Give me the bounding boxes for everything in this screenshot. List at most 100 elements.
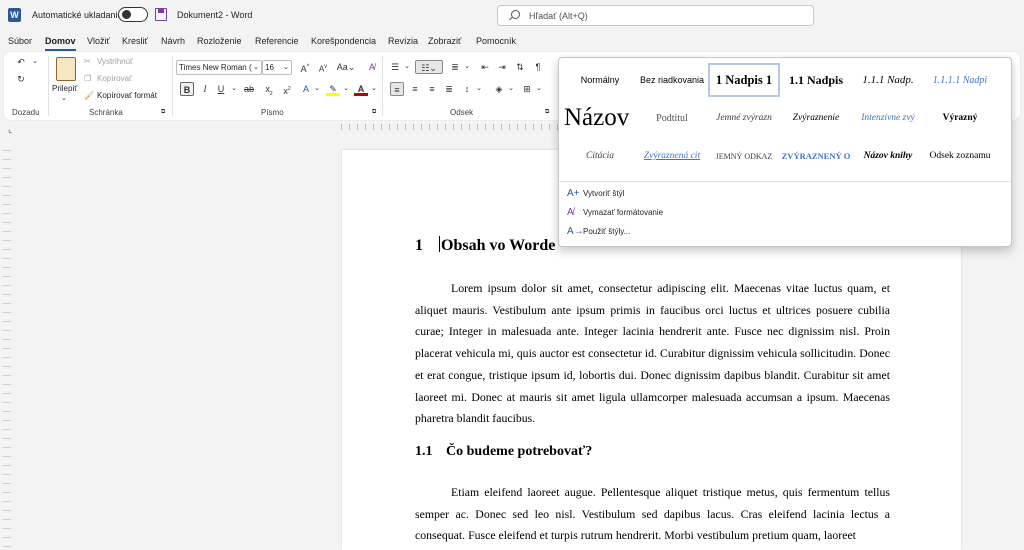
align-right-icon[interactable]: ≡ bbox=[425, 82, 439, 96]
paragraph-launcher-icon[interactable]: ⧉ bbox=[545, 109, 549, 116]
style-normal[interactable]: Normálny bbox=[564, 63, 636, 97]
clear-formatting-icon[interactable]: A̸ bbox=[365, 60, 379, 74]
tab-zobrazit[interactable]: Zobraziť bbox=[428, 36, 461, 46]
show-formatting-marks-icon[interactable]: ¶ bbox=[531, 60, 545, 74]
save-icon[interactable] bbox=[155, 8, 167, 21]
heading-2-text: Čo budeme potrebovať? bbox=[446, 444, 593, 459]
format-painter-icon[interactable]: 🖌 bbox=[84, 91, 94, 100]
style-strong[interactable]: Výrazný bbox=[924, 101, 996, 135]
font-size-dropdown[interactable]: 16 ⌄ bbox=[262, 60, 292, 75]
shrink-font-icon[interactable]: Av bbox=[316, 60, 330, 74]
font-color-icon[interactable]: A bbox=[354, 82, 368, 96]
change-case-icon[interactable]: Aa⌄ bbox=[335, 60, 357, 74]
tab-referencie[interactable]: Referencie bbox=[255, 36, 299, 46]
text-effects-chevron-icon[interactable]: ⌄ bbox=[310, 82, 324, 96]
word-app-icon: W bbox=[8, 8, 21, 22]
tab-navrh[interactable]: Návrh bbox=[161, 36, 185, 46]
paste-icon[interactable] bbox=[56, 57, 76, 81]
chevron-down-icon: ⌄ bbox=[253, 64, 259, 71]
heading-2[interactable]: 1.1 Čo budeme potrebovať? bbox=[415, 444, 592, 460]
undo-dropdown-chevron-icon[interactable]: ⌄ bbox=[28, 55, 42, 69]
cut-icon[interactable]: ✂ bbox=[84, 57, 91, 66]
horizontal-ruler[interactable] bbox=[341, 122, 563, 132]
tab-korespondencia[interactable]: Korešpondencia bbox=[311, 36, 376, 46]
cut-button[interactable]: Vystrihnúť bbox=[97, 57, 133, 66]
bullets-chevron-icon[interactable]: ⌄ bbox=[400, 60, 414, 74]
heading-1-number: 1 bbox=[415, 237, 423, 254]
redo-icon[interactable]: ↻ bbox=[14, 72, 28, 86]
line-spacing-chevron-icon[interactable]: ⌄ bbox=[472, 82, 486, 96]
body-paragraph[interactable]: Lorem ipsum dolor sit amet, consectetur … bbox=[415, 278, 890, 430]
tab-subor[interactable]: Súbor bbox=[8, 36, 32, 46]
apply-styles-label: Použiť štýly... bbox=[583, 227, 631, 236]
undo-icon[interactable]: ↶ bbox=[14, 55, 28, 69]
font-size-value: 16 bbox=[265, 63, 274, 72]
borders-chevron-icon[interactable]: ⌄ bbox=[532, 82, 546, 96]
style-intense-emphasis[interactable]: Intenzívne zvý bbox=[852, 101, 924, 135]
style-intense-reference[interactable]: Zvýraznený o bbox=[780, 139, 852, 173]
style-heading-4[interactable]: 1.1.1.1 Nadpi bbox=[924, 63, 996, 97]
multilevel-list-chevron-icon[interactable]: ⌄ bbox=[460, 60, 474, 74]
style-subtitle[interactable]: Podtitul bbox=[636, 101, 708, 135]
create-style-icon: A+ bbox=[567, 188, 580, 199]
copy-button[interactable]: Kopírovať bbox=[97, 74, 132, 83]
italic-icon[interactable]: I bbox=[198, 82, 212, 96]
vertical-ruler[interactable] bbox=[3, 150, 11, 550]
tab-pomocnik[interactable]: Pomocník bbox=[476, 36, 516, 46]
grow-font-icon[interactable]: A^ bbox=[298, 60, 312, 74]
style-title[interactable]: Názov bbox=[564, 101, 636, 135]
font-launcher-icon[interactable]: ⧉ bbox=[372, 109, 376, 116]
align-center-icon[interactable]: ≡ bbox=[408, 82, 422, 96]
bold-icon[interactable]: B bbox=[180, 82, 194, 96]
numbering-icon[interactable]: ☷⌄ bbox=[415, 60, 443, 74]
apply-styles-command[interactable]: A→ Použiť štýly... bbox=[567, 226, 630, 237]
underline-icon[interactable]: U bbox=[214, 82, 228, 96]
create-style-command[interactable]: A+ Vytvoriť štýl bbox=[567, 188, 624, 199]
font-name-dropdown[interactable]: Times New Roman (⌄ bbox=[176, 60, 262, 75]
body-paragraph[interactable]: Etiam eleifend laoreet augue. Pellentesq… bbox=[415, 482, 890, 547]
copy-icon[interactable]: ❐ bbox=[84, 74, 91, 83]
paste-chevron-icon[interactable]: ⌄ bbox=[61, 94, 67, 102]
tab-revizia[interactable]: Revízia bbox=[388, 36, 418, 46]
style-no-spacing[interactable]: Bez riadkovania bbox=[636, 63, 708, 97]
group-divider bbox=[382, 56, 383, 116]
strikethrough-icon[interactable]: ab bbox=[242, 82, 256, 96]
justify-icon[interactable]: ≣ bbox=[442, 82, 456, 96]
tab-vlozit[interactable]: Vložiť bbox=[87, 36, 110, 46]
tab-domov[interactable]: Domov bbox=[45, 36, 76, 51]
autosave-toggle[interactable] bbox=[118, 7, 148, 22]
heading-2-number: 1.1 bbox=[415, 444, 433, 459]
style-list-paragraph[interactable]: Odsek zoznamu bbox=[924, 139, 996, 173]
paste-button[interactable]: Prilepiť bbox=[52, 84, 77, 93]
font-group-label: Písmo bbox=[261, 108, 284, 117]
clipboard-launcher-icon[interactable]: ⧉ bbox=[161, 109, 165, 116]
increase-indent-icon[interactable]: ⇥ bbox=[495, 60, 509, 74]
create-style-label: Vytvoriť štýl bbox=[583, 189, 625, 198]
sort-icon[interactable]: ⇅ bbox=[513, 60, 527, 74]
style-heading-2[interactable]: 1.1 Nadpis bbox=[780, 63, 852, 97]
underline-chevron-icon[interactable]: ⌄ bbox=[227, 82, 241, 96]
style-intense-quote[interactable]: Zvýraznená cit bbox=[636, 139, 708, 173]
style-subtle-reference[interactable]: Jemný odkaz bbox=[708, 139, 780, 173]
superscript-icon[interactable]: x2 bbox=[280, 82, 294, 96]
tab-rozlozenie[interactable]: Rozloženie bbox=[197, 36, 242, 46]
align-left-icon[interactable]: ≡ bbox=[390, 82, 404, 96]
highlight-chevron-icon[interactable]: ⌄ bbox=[339, 82, 353, 96]
clear-formatting-command[interactable]: A̸ Vymazať formátovanie bbox=[567, 207, 663, 218]
style-heading-3[interactable]: 1.1.1 Nadp. bbox=[852, 63, 924, 97]
shading-chevron-icon[interactable]: ⌄ bbox=[504, 82, 518, 96]
style-emphasis[interactable]: Zvýraznenie bbox=[780, 101, 852, 135]
style-heading-1[interactable]: 1 Nadpis 1 bbox=[708, 63, 780, 97]
format-painter-button[interactable]: Kopírovať formát bbox=[97, 91, 157, 100]
highlight-icon[interactable]: ✎ bbox=[326, 82, 340, 96]
search-box[interactable]: Hľadať (Alt+Q) bbox=[497, 5, 814, 26]
style-subtle-emphasis[interactable]: Jemné zvýrazn bbox=[708, 101, 780, 135]
style-quote[interactable]: Citácia bbox=[564, 139, 636, 173]
heading-1[interactable]: 1 Obsah vo Worde bbox=[415, 236, 555, 255]
decrease-indent-icon[interactable]: ⇤ bbox=[478, 60, 492, 74]
tab-selector-icon[interactable]: ⌞ bbox=[8, 124, 12, 135]
subscript-icon[interactable]: x2 bbox=[262, 82, 276, 97]
style-book-title[interactable]: Názov knihy bbox=[852, 139, 924, 173]
tab-kreslit[interactable]: Kresliť bbox=[122, 36, 148, 46]
font-color-chevron-icon[interactable]: ⌄ bbox=[367, 82, 381, 96]
